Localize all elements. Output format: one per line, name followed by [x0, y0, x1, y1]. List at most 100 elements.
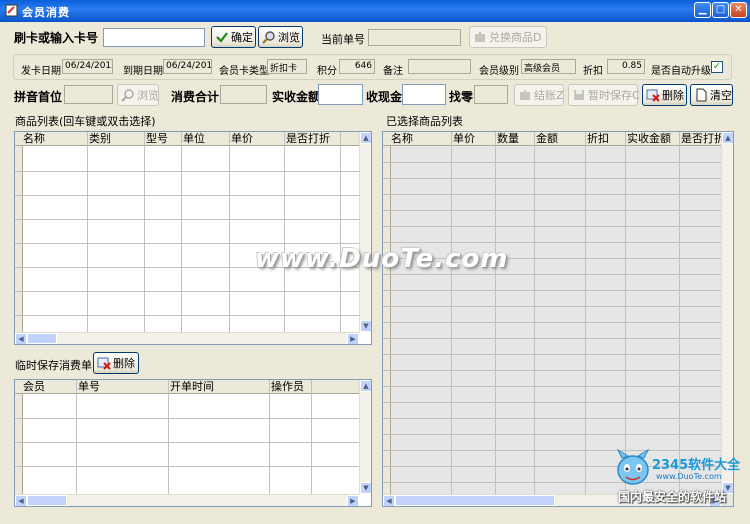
- product-list-header: 名称 类别 型号 单位 单价 是否打折: [15, 132, 371, 146]
- remark-field: [408, 59, 471, 74]
- close-button[interactable]: ✕: [730, 2, 747, 18]
- delete-x-icon: [646, 89, 660, 102]
- order-no-label: 当前单号: [321, 33, 365, 46]
- temp-orders-grid[interactable]: 会员 单号 开单时间 操作员 ▲ ▼ ◀ ▶: [14, 379, 372, 507]
- col-header: 名称: [391, 132, 413, 145]
- checkout-button[interactable]: 结账Z: [514, 84, 564, 106]
- total-field: [220, 85, 267, 104]
- selected-list-vscrollbar[interactable]: ▲ ▼: [721, 132, 733, 494]
- col-header: 名称: [23, 132, 45, 145]
- browse-button[interactable]: 浏览: [258, 26, 303, 48]
- auto-upgrade-checkbox[interactable]: ✓: [711, 61, 723, 73]
- col-header: 单价: [453, 132, 475, 145]
- scroll-thumb[interactable]: [395, 495, 555, 506]
- confirm-button[interactable]: 确定: [211, 26, 256, 48]
- brand-slogan: 国内最安全的软件站: [618, 490, 727, 504]
- checkout-label: 结账Z: [534, 89, 564, 102]
- card-type-label: 会员卡类型: [219, 66, 269, 77]
- temp-orders-hscrollbar[interactable]: ◀ ▶: [15, 494, 359, 506]
- col-header: 类别: [89, 132, 111, 145]
- window-title: 会员消费: [22, 6, 70, 19]
- magnifier-icon: [262, 31, 275, 44]
- actual-amount-input[interactable]: [318, 84, 363, 105]
- row-header-strip: [15, 394, 23, 506]
- auto-upgrade-label: 是否自动升级: [651, 66, 711, 77]
- discount-label: 折扣: [583, 66, 603, 77]
- swipe-card-label: 刷卡或输入卡号: [14, 31, 99, 45]
- scroll-left-icon[interactable]: ◀: [383, 495, 395, 506]
- brand-name: 2345软件大全: [652, 458, 741, 473]
- col-header: 单位: [183, 132, 205, 145]
- app-icon: [5, 4, 18, 17]
- scroll-left-icon[interactable]: ◀: [15, 495, 27, 506]
- temp-orders-title: 临时保存消费单: [15, 359, 92, 372]
- scroll-down-icon[interactable]: ▼: [360, 320, 371, 332]
- col-header: 开单时间: [170, 380, 214, 393]
- change-field: [474, 85, 508, 104]
- scroll-right-icon[interactable]: ▶: [347, 495, 359, 506]
- delete-label: 删除: [662, 89, 684, 102]
- discount-field: 0.85: [607, 59, 645, 74]
- scroll-thumb[interactable]: [27, 495, 67, 506]
- product-list-vscrollbar[interactable]: ▲ ▼: [359, 132, 371, 332]
- save-temp-button[interactable]: 暂时保存C: [568, 84, 640, 106]
- selected-list-title: 已选择商品列表: [386, 115, 463, 128]
- member-level-label: 会员级别: [479, 66, 519, 77]
- col-header: 折扣: [587, 132, 609, 145]
- col-header: 数量: [497, 132, 519, 145]
- pinyin-browse-label: 浏览: [137, 89, 159, 102]
- pinyin-browse-button[interactable]: 浏览: [117, 84, 159, 106]
- floppy-icon: [574, 90, 584, 100]
- product-list-hscrollbar[interactable]: ◀ ▶: [15, 332, 359, 344]
- cash-input[interactable]: [402, 84, 446, 105]
- temp-orders-vscrollbar[interactable]: ▲ ▼: [359, 380, 371, 494]
- points-field: 646: [339, 59, 375, 74]
- minimize-icon: ▁: [698, 4, 707, 15]
- col-header: 金额: [536, 132, 558, 145]
- scroll-thumb[interactable]: [27, 333, 57, 344]
- member-consumption-window: 会员消费 ▁ □ ✕ 刷卡或输入卡号 确定 浏览 当前单号 兑换商品D 发卡日期…: [0, 0, 750, 524]
- col-header: 单号: [78, 380, 100, 393]
- actual-amount-label: 实收金额: [272, 90, 321, 104]
- temp-delete-button[interactable]: 删除: [93, 352, 139, 374]
- scroll-up-icon[interactable]: ▲: [722, 132, 733, 144]
- delete-x-icon: [97, 357, 111, 370]
- pinyin-input[interactable]: [64, 85, 113, 104]
- row-header-strip: [383, 146, 391, 506]
- close-icon: ✕: [734, 4, 743, 15]
- clear-label: 清空: [710, 89, 732, 102]
- col-header: 型号: [146, 132, 168, 145]
- scroll-up-icon[interactable]: ▲: [360, 132, 371, 144]
- site-badge: 2345软件大全 www.DuoTe.com 国内最安全的软件站: [608, 448, 750, 508]
- puzzle-icon: [475, 32, 485, 42]
- card-type-field: 折扣卡: [267, 59, 307, 74]
- issue-date-label: 发卡日期: [21, 66, 61, 77]
- scroll-up-icon[interactable]: ▲: [360, 380, 371, 392]
- brand-url: www.DuoTe.com: [656, 472, 722, 481]
- delete-button[interactable]: 删除: [642, 84, 687, 106]
- cash-label: 收现金: [366, 90, 403, 104]
- scroll-left-icon[interactable]: ◀: [15, 333, 27, 344]
- col-header: 会员: [23, 380, 45, 393]
- exchange-goods-button[interactable]: 兑换商品D: [469, 26, 547, 48]
- watermark: www.DuoTe.com: [255, 244, 509, 274]
- points-label: 积分: [317, 66, 337, 77]
- minimize-button[interactable]: ▁: [694, 2, 711, 18]
- total-label: 消费合计: [171, 90, 220, 104]
- product-list-grid[interactable]: 名称 类别 型号 单位 单价 是否打折 ▲ ▼ ◀ ▶: [14, 131, 372, 345]
- maximize-button[interactable]: □: [712, 2, 729, 18]
- scroll-down-icon[interactable]: ▼: [360, 482, 371, 494]
- checkmark-icon: [216, 32, 228, 43]
- change-label: 找零: [449, 90, 474, 104]
- checkmark-icon: ✓: [712, 61, 722, 72]
- expire-date-label: 到期日期: [123, 66, 163, 77]
- scroll-right-icon[interactable]: ▶: [347, 333, 359, 344]
- col-header: 实收金额: [627, 132, 671, 145]
- clear-button[interactable]: 清空: [690, 84, 733, 106]
- page-icon: [696, 88, 707, 102]
- col-header: 是否打折: [286, 132, 330, 145]
- order-no-field: [368, 29, 461, 46]
- title-bar[interactable]: 会员消费 ▁ □ ✕: [0, 0, 750, 22]
- product-list-title: 商品列表(回车键或双击选择): [15, 115, 156, 128]
- card-number-input[interactable]: [103, 28, 205, 47]
